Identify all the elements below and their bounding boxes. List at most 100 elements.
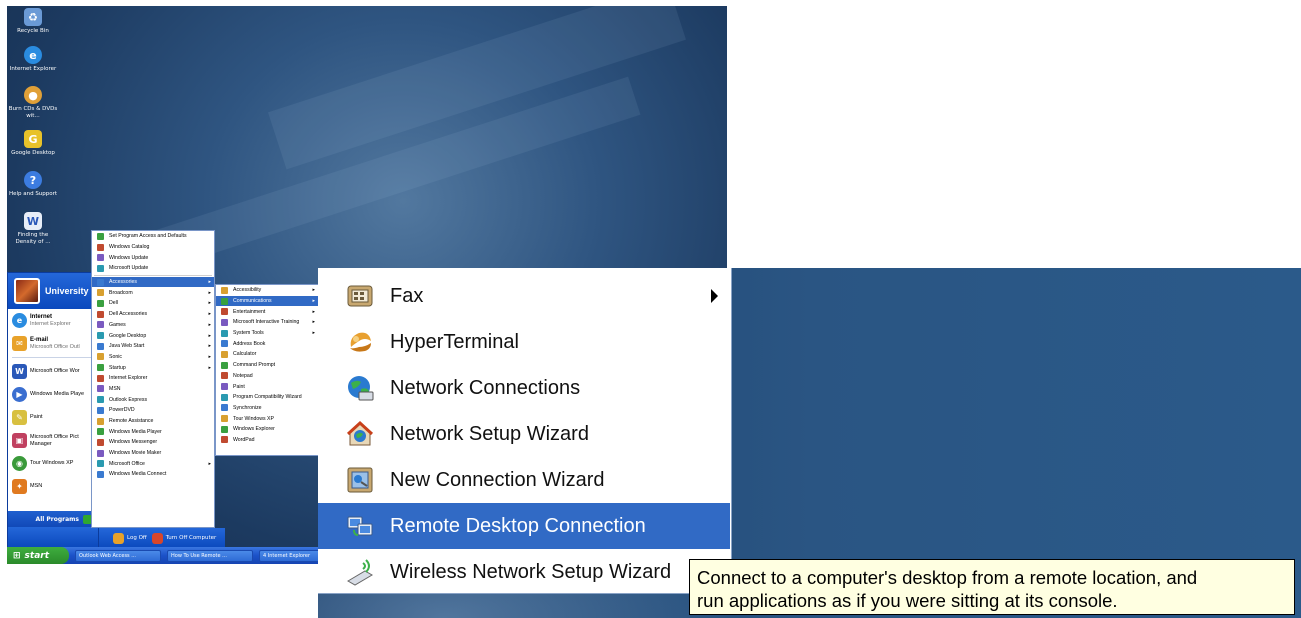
tour-windows-xp-icon [221,415,228,423]
internet-explorer-icon[interactable]: e Internet Explorer [8,46,58,73]
menu-item-windows-media-player[interactable]: Windows Media Player [92,426,214,437]
tour-xp-item[interactable]: ◉ Tour Windows XP [8,452,98,475]
menu-item-windows-catalog[interactable]: Windows Catalog [92,242,214,253]
menu-item-games[interactable]: Games ▸ [92,320,214,331]
remote-assistance-icon [97,417,104,425]
outlook-express-icon [97,396,104,404]
network-setup-wizard-item[interactable]: Network Setup Wizard [318,411,730,457]
menu-item-msn[interactable]: MSN [92,384,214,395]
picture-manager-icon: ▣ [12,433,27,448]
submenu-arrow-icon: ▸ [312,298,315,305]
menu-item-program-compatibility-wizard[interactable]: Program Compatibility Wizard [216,392,318,403]
word-item[interactable]: W Microsoft Office Wor [8,360,98,383]
recycle-bin-icon[interactable]: ♻ Recycle Bin [8,8,58,35]
menu-item-accessories[interactable]: Accessories ▸ [92,276,214,288]
network-connections-item[interactable]: Network Connections [318,365,730,411]
tour-icon: ◉ [12,456,27,471]
media-player-item[interactable]: ▶ Windows Media Playe [8,383,98,406]
windows-messenger-icon [97,438,104,446]
menu-item-internet-explorer[interactable]: Internet Explorer [92,373,214,384]
picture-manager-item[interactable]: ▣ Microsoft Office Pict Manager [8,429,98,452]
start-menu-footer [8,527,98,547]
menu-item-google-desktop[interactable]: Google Desktop ▸ [92,330,214,341]
outlook-icon: ✉ [12,336,27,351]
msn-icon [97,385,104,393]
menu-item-windows-explorer[interactable]: Windows Explorer [216,424,318,435]
menu-item-outlook-express[interactable]: Outlook Express [92,394,214,405]
menu-item-windows-update[interactable]: Windows Update [92,252,214,263]
menu-item-entertainment[interactable]: Entertainment ▸ [216,306,318,317]
msn-item[interactable]: ✦ MSN [8,475,98,498]
turn-off-button[interactable]: Turn Off Computer [151,532,216,544]
submenu-arrow-icon: ▸ [208,279,211,286]
menu-item-dell[interactable]: Dell ▸ [92,298,214,309]
menu-item-broadcom[interactable]: Broadcom ▸ [92,287,214,298]
submenu-arrow-icon: ▸ [312,319,315,326]
sonic-icon [97,353,104,361]
remote-desktop-connection-item[interactable]: Remote Desktop Connection [318,503,730,549]
menu-item-microsoft-interactive-training[interactable]: Microsoft Interactive Training ▸ [216,317,318,328]
menu-item-accessibility[interactable]: Accessibility ▸ [216,285,318,296]
paint-item[interactable]: ✎ Paint [8,406,98,429]
submenu-arrow-icon: ▸ [208,332,211,339]
menu-item-microsoft-update[interactable]: Microsoft Update [92,263,214,274]
menu-item-tour-windows-xp[interactable]: Tour Windows XP [216,413,318,424]
menu-item-system-tools[interactable]: System Tools ▸ [216,328,318,339]
word-icon: W [12,364,27,379]
all-programs-button[interactable]: All Programs [8,511,98,527]
menu-item-startup[interactable]: Startup ▸ [92,362,214,373]
menu-item-windows-messenger[interactable]: Windows Messenger [92,437,214,448]
menu-item-windows-media-connect[interactable]: Windows Media Connect [92,469,214,480]
burn-cds-icon[interactable]: ● Burn CDs & DVDs wit... [8,86,58,120]
start-menu: University e Internet Internet Explorer ✉… [7,272,99,548]
menu-item-paint[interactable]: Paint [216,381,318,392]
windows-media-connect-icon [97,470,104,478]
notepad-icon [221,372,228,380]
windows-logo-icon: ⊞ [13,550,21,561]
document-icon[interactable]: W Finding the Density of ... [8,212,58,246]
internet-explorer-icon: e [12,313,27,328]
key-icon [113,532,124,544]
menu-item-calculator[interactable]: Calculator [216,349,318,360]
fax-icon [343,279,377,313]
taskbar-button[interactable]: How To Use Remote ... [167,549,253,562]
submenu-arrow-icon: ▸ [208,364,211,371]
taskbar-button[interactable]: Outlook Web Access ... [75,549,161,562]
wordpad-icon [221,436,228,444]
menu-item-communications[interactable]: Communications ▸ [216,295,318,307]
submenu-arrow-icon: ▸ [312,308,315,315]
all-programs-menu: Set Program Access and Defaults Windows C… [91,230,215,528]
email-item[interactable]: ✉ E-mail Microsoft Office Outl [8,332,98,355]
microsoft-update-icon [97,264,104,272]
menu-item-command-prompt[interactable]: Command Prompt [216,360,318,371]
google-desktop-icon [97,332,104,340]
menu-item-powerdvd[interactable]: PowerDVD [92,405,214,416]
powerdvd-icon [97,406,104,414]
menu-item-notepad[interactable]: Notepad [216,371,318,382]
hyperterminal-item[interactable]: HyperTerminal [318,319,730,365]
menu-item-synchronize[interactable]: Synchronize [216,403,318,414]
start-button[interactable]: ⊞ start [7,547,69,564]
menu-item-windows-movie-maker[interactable]: Windows Movie Maker [92,448,214,459]
menu-item-wordpad[interactable]: WordPad [216,435,318,446]
log-off-button[interactable]: Log Off [113,532,147,544]
power-icon [151,532,163,544]
google-desktop-icon[interactable]: G Google Desktop [8,130,58,157]
menu-item-java-web-start[interactable]: Java Web Start ▸ [92,341,214,352]
fax-item[interactable]: Fax [318,273,730,319]
new-connection-wizard-item[interactable]: New Connection Wizard [318,457,730,503]
internet-item[interactable]: e Internet Internet Explorer [8,309,98,332]
wireless-network-setup-wizard-item[interactable]: Wireless Network Setup Wizard [318,549,730,595]
hyperterminal-icon [343,325,377,359]
submenu-arrow-icon: ▸ [208,321,211,328]
program-compatibility-wizard-icon [221,393,228,401]
separator [94,274,212,276]
menu-item-sonic[interactable]: Sonic ▸ [92,352,214,363]
menu-item-microsoft-office[interactable]: Microsoft Office ▸ [92,458,214,469]
menu-item-set-program-access-and-defaults[interactable]: Set Program Access and Defaults [92,231,214,242]
menu-item-address-book[interactable]: Address Book [216,338,318,349]
menu-item-remote-assistance[interactable]: Remote Assistance [92,416,214,427]
media-player-icon: ▶ [12,387,27,402]
help-support-icon[interactable]: ? Help and Support [8,171,58,198]
menu-item-dell-accessories[interactable]: Dell Accessories ▸ [92,309,214,320]
